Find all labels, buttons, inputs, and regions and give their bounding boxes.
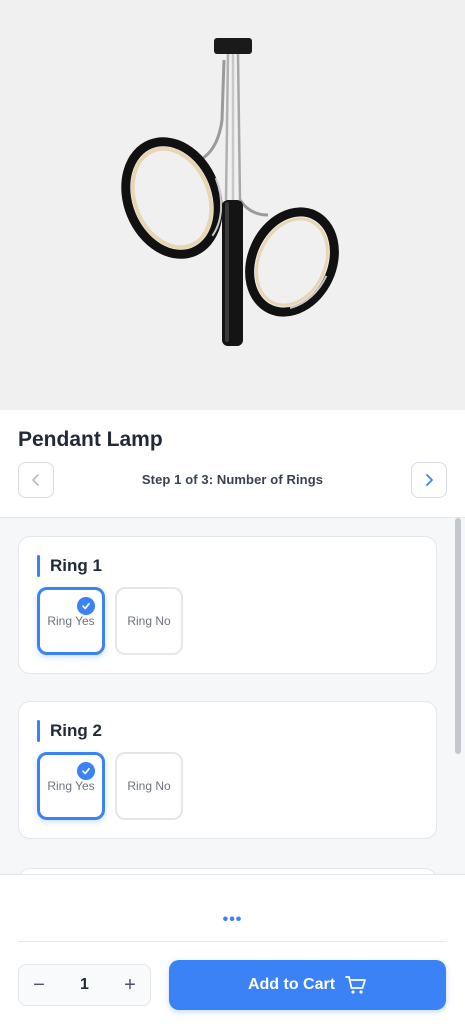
quantity-stepper: − 1 + — [18, 964, 151, 1006]
check-icon — [77, 762, 95, 780]
options-list: Ring 1 Ring Yes Ring No Ring 2 Ring Yes … — [0, 518, 465, 874]
footer-bar: ••• − 1 + Add to Cart — [0, 874, 465, 1024]
option-group-ring-2: Ring 2 Ring Yes Ring No — [18, 701, 437, 839]
previous-step-button[interactable] — [18, 462, 54, 498]
option-ring-yes[interactable]: Ring Yes — [37, 587, 105, 655]
decrease-quantity-button[interactable]: − — [19, 965, 59, 1005]
pendant-lamp-illustration — [121, 38, 339, 346]
group-title: Ring 1 — [50, 556, 102, 575]
option-group-ring-1: Ring 1 Ring Yes Ring No — [18, 536, 437, 674]
step-navigation: Step 1 of 3: Number of Rings — [18, 462, 447, 498]
group-title: Ring 2 — [50, 721, 102, 740]
increase-quantity-button[interactable]: + — [110, 965, 150, 1005]
more-indicator[interactable]: ••• — [0, 911, 465, 929]
quantity-value: 1 — [80, 976, 89, 993]
option-ring-yes[interactable]: Ring Yes — [37, 752, 105, 820]
option-label: Ring Yes — [47, 779, 95, 793]
option-label: Ring No — [127, 779, 171, 793]
scrollbar[interactable] — [455, 518, 461, 754]
chevron-right-icon — [426, 474, 433, 486]
next-step-button[interactable] — [411, 462, 447, 498]
product-image — [0, 0, 465, 410]
option-ring-no[interactable]: Ring No — [115, 752, 183, 820]
option-label: Ring No — [127, 614, 171, 628]
product-title: Pendant Lamp — [18, 428, 163, 451]
chevron-left-icon — [32, 474, 39, 486]
group-accent-bar — [37, 720, 40, 742]
add-to-cart-button[interactable]: Add to Cart — [169, 960, 446, 1010]
option-label: Ring Yes — [47, 614, 95, 628]
cart-icon — [345, 976, 366, 994]
step-label: Step 1 of 3: Number of Rings — [141, 472, 324, 487]
option-ring-no[interactable]: Ring No — [115, 587, 183, 655]
add-to-cart-label: Add to Cart — [247, 976, 336, 993]
footer-divider — [18, 941, 447, 942]
group-accent-bar — [37, 555, 40, 577]
check-icon — [77, 597, 95, 615]
